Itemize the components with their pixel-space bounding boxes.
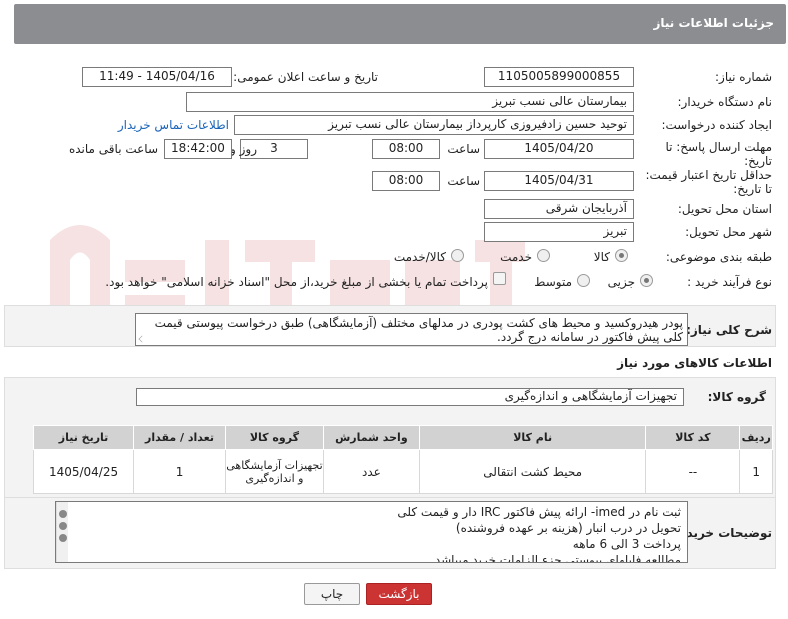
cell-name: محیط کشت انتقالی: [418, 449, 647, 494]
general-description-field[interactable]: پودر هیدروکسید و محیط های کشت پودری در م…: [135, 313, 688, 346]
purchase-type-partial-radio[interactable]: [640, 274, 653, 287]
deadline-time-field[interactable]: 08:00: [372, 139, 440, 159]
page-title: جزئیات اطلاعات نیاز: [653, 16, 774, 30]
goods-table-header: ردیف کد کالا نام کالا واحد شمارش گروه کا…: [32, 425, 773, 450]
buyer-notes-scrollbar[interactable]: [56, 502, 68, 562]
scroll-down-icon[interactable]: [59, 534, 67, 542]
goods-group-field[interactable]: تجهیزات آزمایشگاهی و اندازه‌گیری: [136, 388, 684, 406]
cell-code: --: [645, 449, 741, 494]
announce-datetime-field[interactable]: 1405/04/16 - 11:49: [82, 67, 232, 87]
scroll-thumb-icon[interactable]: [59, 522, 67, 530]
buyer-org-field[interactable]: بیمارستان عالی نسب تبریز: [186, 92, 634, 112]
need-details-page: جزئیات اطلاعات نیاز شماره نیاز: 11050058…: [0, 0, 788, 619]
price-validity-time-field[interactable]: 08:00: [372, 171, 440, 191]
col-name: نام کالا: [418, 425, 647, 450]
deadline-days-label: روز و: [230, 142, 257, 156]
category-goods-radio[interactable]: [615, 249, 628, 262]
col-group: گروه کالا: [224, 425, 324, 450]
buyer-org-label: نام دستگاه خریدار:: [677, 95, 773, 109]
price-validity-label: حداقل تاریخ اعتبار قیمت: تا تاریخ:: [645, 168, 772, 196]
col-quantity: تعداد / مقدار: [133, 425, 226, 450]
cell-unit: عدد: [322, 449, 420, 494]
price-validity-time-label: ساعت: [447, 174, 480, 188]
goods-group-label: گروه کالا:: [707, 390, 766, 404]
goods-table: ردیف کد کالا نام کالا واحد شمارش گروه کا…: [32, 425, 773, 494]
goods-info-title: اطلاعات کالاهای مورد نیاز: [617, 356, 772, 370]
print-button[interactable]: چاپ: [304, 583, 360, 605]
category-service-label: خدمت: [500, 250, 532, 264]
deadline-remaining-label: ساعت باقی مانده: [68, 142, 158, 156]
buyer-note-line-4: مطالعه فایلهای پیوستی جزء الزامات خرید م…: [434, 553, 681, 563]
col-date: تاریخ نیاز: [32, 425, 135, 450]
buyer-note-line-1: ثبت نام در imed- ارائه پیش فاکتور IRC دا…: [397, 505, 681, 519]
price-validity-label-line1: حداقل تاریخ اعتبار قیمت:: [645, 168, 772, 182]
col-unit: واحد شمارش: [322, 425, 420, 450]
purchase-type-label: نوع فرآیند خرید :: [687, 275, 772, 289]
category-goods-service-radio[interactable]: [451, 249, 464, 262]
buyer-contact-link[interactable]: اطلاعات تماس خریدار: [118, 118, 229, 132]
cell-group: تجهیزات آزمایشگاهی و اندازه‌گیری: [224, 449, 324, 494]
purchase-type-medium-label: متوسط: [534, 275, 572, 289]
general-description-label: شرح کلی نیاز:: [686, 323, 772, 337]
cell-date: 1405/04/25: [32, 449, 135, 494]
treasury-payment-note: پرداخت تمام یا بخشی از مبلغ خرید،از محل …: [105, 275, 488, 289]
category-goods-label: کالا: [593, 250, 610, 264]
need-number-label: شماره نیاز:: [715, 70, 772, 84]
category-service-radio[interactable]: [537, 249, 550, 262]
deadline-time-label: ساعت: [447, 142, 480, 156]
cell-quantity: 1: [133, 449, 226, 494]
requester-field[interactable]: توحید حسین زادفیروزی کارپرداز بیمارستان …: [234, 115, 634, 135]
deadline-remaining-field[interactable]: 18:42:00: [164, 139, 232, 159]
buyer-note-line-2: تحویل در درب انبار (هزینه بر عهده فروشند…: [455, 521, 681, 535]
buyer-note-line-3: پرداخت 3 الی 6 ماهه: [572, 537, 681, 551]
col-code: کد کالا: [645, 425, 741, 450]
need-number-field[interactable]: 1105005899000855: [484, 67, 634, 87]
page-header: جزئیات اطلاعات نیاز: [14, 4, 786, 44]
buyer-notes-field[interactable]: ثبت نام در imed- ارائه پیش فاکتور IRC دا…: [55, 501, 688, 563]
deadline-label-line2: تاریخ:: [744, 154, 772, 168]
purchase-type-medium-radio[interactable]: [577, 274, 590, 287]
price-validity-label-line2: تا تاریخ:: [733, 182, 772, 196]
category-goods-service-label: کالا/خدمت: [393, 250, 446, 264]
table-row[interactable]: 1 -- محیط کشت انتقالی عدد تجهیزات آزمایش…: [32, 449, 773, 494]
col-row: ردیف: [739, 425, 773, 450]
cell-row: 1: [739, 449, 773, 494]
subject-category-label: طبقه بندی موضوعی:: [665, 250, 772, 264]
price-validity-date-field[interactable]: 1405/04/31: [484, 171, 634, 191]
treasury-payment-checkbox[interactable]: [493, 272, 506, 285]
delivery-province-field[interactable]: آذربایجان شرقی: [484, 199, 634, 219]
delivery-province-label: استان محل تحویل:: [677, 202, 772, 216]
back-button[interactable]: بازگشت: [366, 583, 432, 605]
deadline-label: مهلت ارسال پاسخ: تا تاریخ:: [665, 140, 772, 168]
purchase-type-partial-label: جزیی: [607, 275, 635, 289]
scroll-up-icon[interactable]: [59, 510, 67, 518]
deadline-label-line1: مهلت ارسال پاسخ: تا: [665, 140, 772, 154]
deadline-date-field[interactable]: 1405/04/20: [484, 139, 634, 159]
delivery-city-label: شهر محل تحویل:: [685, 225, 772, 239]
announce-datetime-label: تاریخ و ساعت اعلان عمومی:: [233, 70, 378, 84]
delivery-city-field[interactable]: تبریز: [484, 222, 634, 242]
requester-label: ایجاد کننده درخواست:: [661, 118, 772, 132]
general-description-text: پودر هیدروکسید و محیط های کشت پودری در م…: [154, 316, 683, 344]
